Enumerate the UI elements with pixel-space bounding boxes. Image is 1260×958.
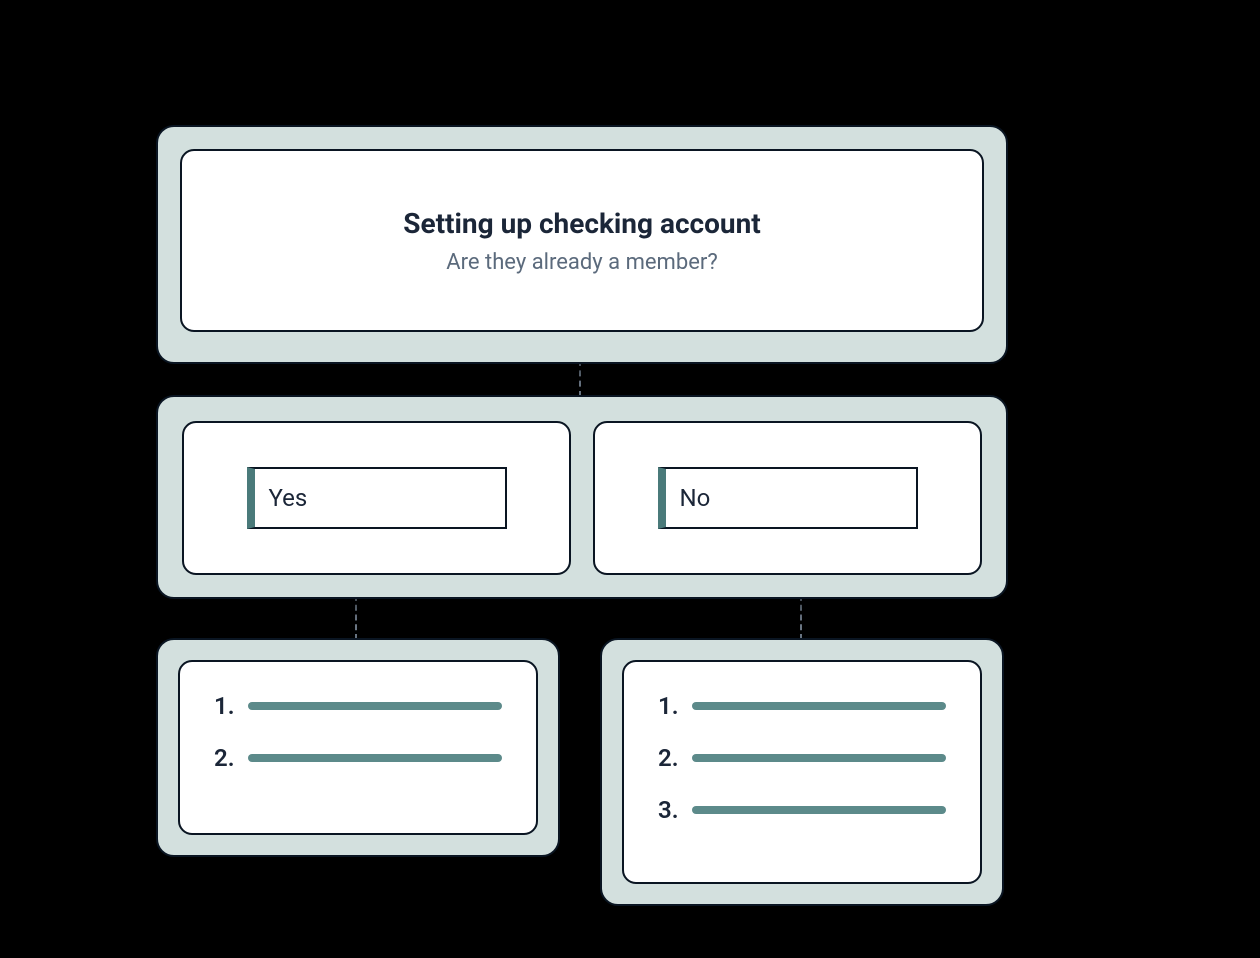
steps-card-no: 1. 2. 3. xyxy=(622,660,982,884)
diagram-stage: Setting up checking account Are they alr… xyxy=(0,0,1260,958)
step-placeholder-bar xyxy=(692,754,946,762)
list-item: 2. xyxy=(214,744,502,772)
step-number: 2. xyxy=(214,744,248,772)
step-placeholder-bar xyxy=(248,702,502,710)
step-number: 3. xyxy=(658,796,692,824)
connector-top-to-choices xyxy=(579,360,581,397)
choice-card-yes: Yes xyxy=(182,421,571,575)
question-panel: Setting up checking account Are they alr… xyxy=(156,125,1008,364)
option-no[interactable]: No xyxy=(658,467,918,529)
connector-yes-to-steps xyxy=(355,595,357,640)
step-placeholder-bar xyxy=(248,754,502,762)
steps-panel-no: 1. 2. 3. xyxy=(600,638,1004,906)
step-placeholder-bar xyxy=(692,806,946,814)
option-yes[interactable]: Yes xyxy=(247,467,507,529)
choice-card-no: No xyxy=(593,421,982,575)
step-number: 1. xyxy=(214,692,248,720)
question-card: Setting up checking account Are they alr… xyxy=(180,149,984,332)
option-no-label: No xyxy=(680,484,711,512)
option-yes-label: Yes xyxy=(269,484,308,512)
connector-no-to-steps xyxy=(800,595,802,640)
question-title: Setting up checking account xyxy=(403,207,761,240)
steps-panel-yes: 1. 2. xyxy=(156,638,560,857)
step-placeholder-bar xyxy=(692,702,946,710)
list-item: 1. xyxy=(658,692,946,720)
step-number: 2. xyxy=(658,744,692,772)
step-number: 1. xyxy=(658,692,692,720)
question-subtitle: Are they already a member? xyxy=(446,250,717,275)
list-item: 2. xyxy=(658,744,946,772)
choices-panel: Yes No xyxy=(156,395,1008,599)
steps-card-yes: 1. 2. xyxy=(178,660,538,835)
list-item: 3. xyxy=(658,796,946,824)
list-item: 1. xyxy=(214,692,502,720)
